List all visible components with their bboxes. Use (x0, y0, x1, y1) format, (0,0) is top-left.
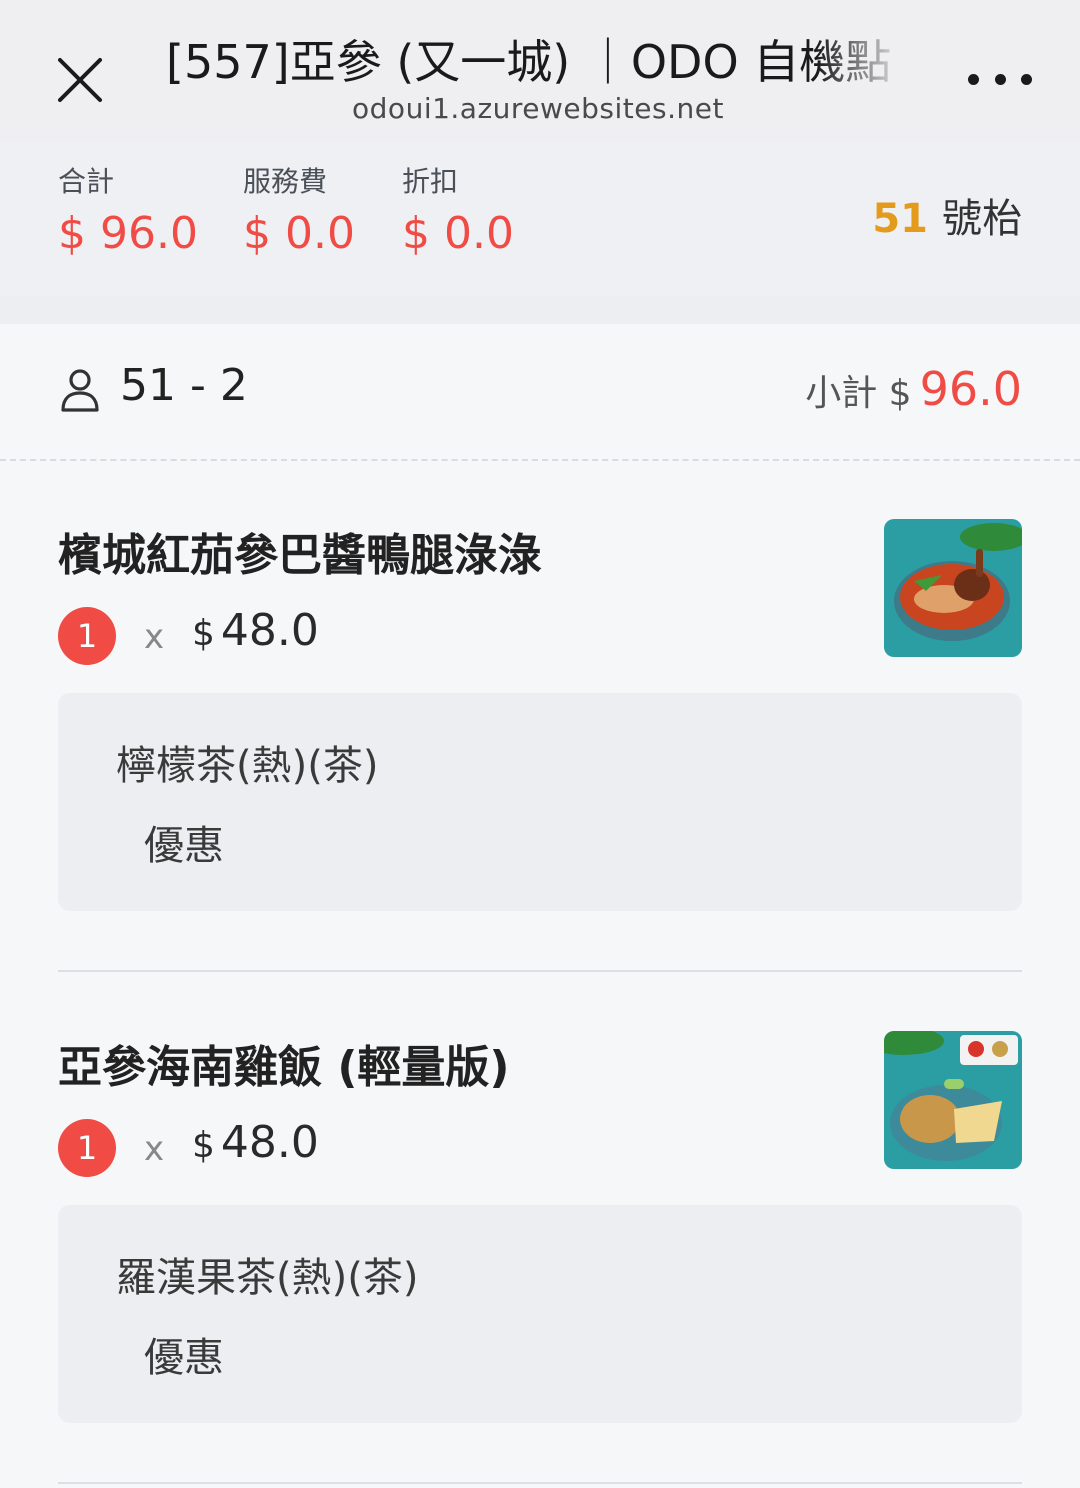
item-name: 亞參海南雞飯 (輕量版) (58, 1042, 510, 1093)
more-options-button[interactable] (968, 64, 1032, 94)
person-label: 51 - 2 (120, 360, 248, 411)
person-row: 51 - 2 小計 $96.0 (0, 324, 1080, 460)
item-image (884, 519, 1022, 657)
item-price: $48.0 (192, 605, 319, 656)
table-number: 51 號枱 (872, 186, 1022, 244)
service-charge-value: $ 0.0 (243, 208, 355, 259)
total-label: 合計 (58, 165, 115, 198)
table-number-suffix: 號枱 (942, 196, 1022, 242)
subtotal-label: 小計 $ (805, 373, 912, 414)
option-drink: 羅漢果茶(熱)(茶) (116, 1255, 419, 1301)
quantity-badge: 1 (58, 607, 116, 665)
total-block: 合計 $ 96.0 (58, 160, 198, 259)
discount-value: $ 0.0 (402, 208, 514, 259)
times-sign: x (144, 617, 165, 657)
item-options: 檸檬茶(熱)(茶) 優惠 (58, 693, 1022, 911)
item-name: 檳城紅茄參巴醬鴨腿淥淥 (58, 530, 542, 581)
discount-label: 折扣 (402, 165, 459, 198)
table-number-value: 51 (872, 196, 928, 242)
option-promo: 優惠 (144, 823, 224, 869)
more-dots-icon (968, 73, 979, 85)
subtotal-value: 96.0 (919, 362, 1022, 416)
top-bar: [557]亞參 (又一城) ｜ODO 自機點 odoui1.azurewebsi… (0, 0, 1080, 142)
item-divider (58, 970, 1022, 972)
subtotal: 小計 $96.0 (805, 362, 1022, 416)
item-price-value: 48.0 (220, 1117, 319, 1168)
item-divider (58, 1482, 1022, 1484)
item-price: $48.0 (192, 1117, 319, 1168)
currency-symbol: $ (192, 1125, 215, 1166)
item-image (884, 1031, 1022, 1169)
page-title: [557]亞參 (又一城) ｜ODO 自機點 (166, 35, 892, 89)
option-promo: 優惠 (144, 1335, 224, 1381)
item-price-value: 48.0 (220, 605, 319, 656)
total-value: $ 96.0 (58, 208, 198, 259)
person-icon (61, 369, 99, 412)
option-drink: 檸檬茶(熱)(茶) (116, 743, 379, 789)
section-gap (0, 296, 1080, 324)
dashed-divider (0, 459, 1080, 461)
service-charge-label: 服務費 (243, 165, 328, 198)
times-sign: x (144, 1129, 165, 1169)
page-url: odoui1.azurewebsites.net (352, 92, 724, 125)
order-summary: 合計 $ 96.0 服務費 $ 0.0 折扣 $ 0.0 51 號枱 (0, 142, 1080, 296)
item-options: 羅漢果茶(熱)(茶) 優惠 (58, 1205, 1022, 1423)
currency-symbol: $ (192, 613, 215, 654)
quantity-badge: 1 (58, 1119, 116, 1177)
service-charge-block: 服務費 $ 0.0 (243, 160, 355, 259)
discount-block: 折扣 $ 0.0 (402, 160, 514, 259)
